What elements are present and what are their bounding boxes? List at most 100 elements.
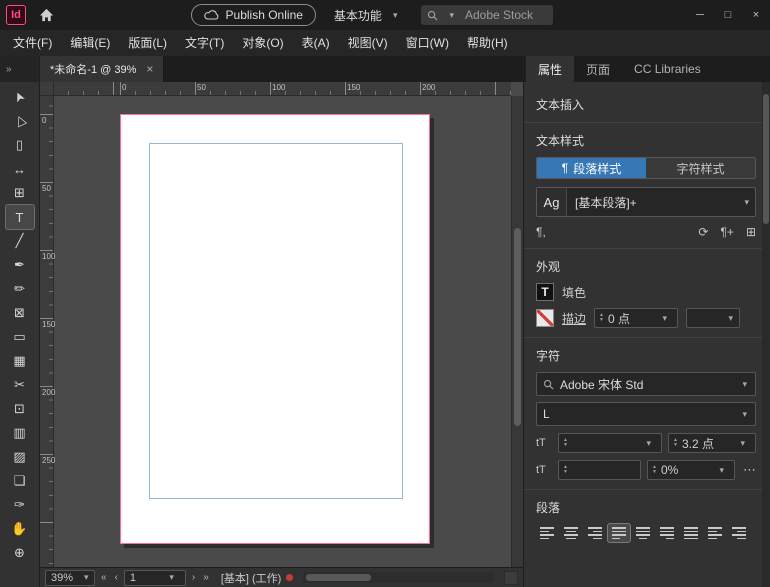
gradient-feather-tool[interactable]: ▨ xyxy=(6,445,34,469)
rectangle-frame-tool[interactable]: ⊠ xyxy=(6,301,34,325)
paragraph-mark-icon[interactable]: ¶, xyxy=(536,225,546,239)
line-tool[interactable]: ╱ xyxy=(6,229,34,253)
chevron-down-icon: ▾ xyxy=(443,10,460,21)
note-tool[interactable]: ❏ xyxy=(6,469,34,493)
tools-panel-collapse[interactable]: » xyxy=(0,56,39,82)
pasteboard[interactable] xyxy=(54,96,511,567)
canvas-vertical-scrollbar[interactable] xyxy=(511,96,523,567)
divider xyxy=(524,248,770,249)
scrollbar-thumb[interactable] xyxy=(763,94,769,224)
panel-tab-pages[interactable]: 页面 xyxy=(574,56,622,82)
document-page[interactable] xyxy=(120,114,430,544)
direct-selection-tool[interactable]: ▷ xyxy=(6,109,34,133)
zoom-level-select[interactable]: 39% ▾ xyxy=(45,570,95,586)
menu-file[interactable]: 文件(F) xyxy=(4,30,61,56)
pencil-tool[interactable]: ✏ xyxy=(6,277,34,301)
workspace-switcher[interactable]: 基本功能 ▾ xyxy=(334,7,404,24)
align-toward-spine-button[interactable] xyxy=(704,524,726,542)
justify-all-button[interactable] xyxy=(680,524,702,542)
stepper-arrows-icon[interactable]: ▲▼ xyxy=(652,465,657,475)
canvas-area: 050100150200 050100150200250 xyxy=(40,82,523,567)
next-page-button[interactable]: › xyxy=(190,572,197,583)
selection-tool[interactable]: ➤ xyxy=(6,85,34,109)
scrollbar-thumb[interactable] xyxy=(306,574,371,581)
menu-window[interactable]: 窗口(W) xyxy=(397,30,458,56)
menu-view[interactable]: 视图(V) xyxy=(339,30,397,56)
stepper-arrows-icon[interactable]: ▲▼ xyxy=(599,313,604,323)
leading-field[interactable]: ▲▼ 3.2 点 ▾ xyxy=(668,433,756,453)
tab-close-icon[interactable]: × xyxy=(146,62,153,76)
rectangle-tool[interactable]: ▭ xyxy=(6,325,34,349)
hand-tool[interactable]: ✋ xyxy=(6,517,34,541)
stepper-arrows-icon[interactable]: ▲▼ xyxy=(563,465,568,475)
justify-last-left-button[interactable] xyxy=(608,524,630,542)
type-tool[interactable]: T xyxy=(6,205,34,229)
first-page-button[interactable]: « xyxy=(99,572,109,583)
vertical-ruler[interactable]: 050100150200250 xyxy=(40,96,54,567)
document-tab[interactable]: *未命名-1 @ 39% × xyxy=(40,56,164,82)
gradient-swatch-tool[interactable]: ▥ xyxy=(6,421,34,445)
ruler-number: 50 xyxy=(42,184,51,193)
character-styles-tab[interactable]: 字符样式 xyxy=(646,158,755,178)
stroke-weight-field[interactable]: ▲▼ 0 点 ▾ xyxy=(594,308,678,328)
page-tool[interactable]: ▯ xyxy=(6,133,34,157)
redefine-style-icon[interactable]: ⟳ xyxy=(698,225,708,239)
stroke-label[interactable]: 描边 xyxy=(562,310,586,327)
more-options-button[interactable]: ⋯ xyxy=(741,462,756,478)
content-collector-tool[interactable]: ⊞ xyxy=(6,181,34,205)
free-transform-tool[interactable]: ⊡ xyxy=(6,397,34,421)
ruler-origin[interactable] xyxy=(40,82,54,96)
paragraph-styles-tab[interactable]: ¶段落样式 xyxy=(537,158,646,178)
stepper-arrows-icon[interactable]: ▲▼ xyxy=(673,438,678,448)
canvas-horizontal-scrollbar[interactable] xyxy=(303,572,494,583)
stock-search-field[interactable]: ▾ Adobe Stock xyxy=(421,5,553,25)
publish-online-button[interactable]: Publish Online xyxy=(191,4,316,26)
panel-tab-properties[interactable]: 属性 xyxy=(526,56,574,82)
stroke-color-swatch[interactable] xyxy=(536,309,554,327)
zoom-tool[interactable]: ⊕ xyxy=(6,541,34,565)
gap-tool[interactable]: ↔ xyxy=(6,157,34,181)
horizontal-grid-tool[interactable]: ▦ xyxy=(6,349,34,373)
menu-layout[interactable]: 版面(L) xyxy=(119,30,176,56)
paragraph-style-dropdown[interactable]: Ag [基本段落]+ ▾ xyxy=(536,187,756,217)
align-away-spine-button[interactable] xyxy=(728,524,750,542)
stroke-type-dropdown[interactable]: ▾ xyxy=(686,308,740,328)
font-style-dropdown[interactable]: L ▾ xyxy=(536,402,756,426)
preflight-menu[interactable]: [基本] (工作) xyxy=(221,570,294,586)
panel-tab-cc-libraries[interactable]: CC Libraries xyxy=(622,56,713,82)
previous-page-button[interactable]: ‹ xyxy=(113,572,120,583)
justify-last-center-button[interactable] xyxy=(632,524,654,542)
panel-scrollbar[interactable] xyxy=(762,82,770,587)
pen-tool[interactable]: ✒ xyxy=(6,253,34,277)
scissors-tool[interactable]: ✂ xyxy=(6,373,34,397)
menu-table[interactable]: 表(A) xyxy=(293,30,339,56)
stepper-arrows-icon[interactable]: ▲▼ xyxy=(563,438,568,448)
menu-edit[interactable]: 编辑(E) xyxy=(61,30,119,56)
align-right-button[interactable] xyxy=(584,524,606,542)
kerning-field[interactable]: ▲▼ xyxy=(558,460,641,480)
style-override-icon[interactable]: ¶+ xyxy=(720,225,733,239)
close-button[interactable]: × xyxy=(742,0,770,30)
align-away-spine-button-bars-icon xyxy=(732,527,746,529)
fill-color-swatch[interactable]: T xyxy=(536,283,554,301)
home-icon[interactable] xyxy=(34,3,58,27)
minimize-button[interactable]: ─ xyxy=(686,0,714,30)
maximize-button[interactable]: □ xyxy=(714,0,742,30)
pilcrow-icon: ¶ xyxy=(562,161,568,175)
menu-object[interactable]: 对象(O) xyxy=(233,30,292,56)
align-center-button[interactable] xyxy=(560,524,582,542)
page-number-select[interactable]: 1 ▾ xyxy=(124,570,186,586)
font-size-field[interactable]: ▲▼ ▾ xyxy=(558,433,662,453)
menu-help[interactable]: 帮助(H) xyxy=(458,30,517,56)
font-family-dropdown[interactable]: Adobe 宋体 Std ▾ xyxy=(536,372,756,396)
tracking-field[interactable]: ▲▼ 0% ▾ xyxy=(647,460,735,480)
justify-last-right-button[interactable] xyxy=(656,524,678,542)
horizontal-ruler[interactable]: 050100150200 xyxy=(54,82,511,96)
last-page-button[interactable]: » xyxy=(201,572,211,583)
menu-type[interactable]: 文字(T) xyxy=(176,30,233,56)
new-style-icon[interactable]: ⊞ xyxy=(746,225,756,239)
eyedropper-tool[interactable]: ✑ xyxy=(6,493,34,517)
align-left-button[interactable] xyxy=(536,524,558,542)
divider xyxy=(524,337,770,338)
scrollbar-thumb[interactable] xyxy=(514,228,521,426)
